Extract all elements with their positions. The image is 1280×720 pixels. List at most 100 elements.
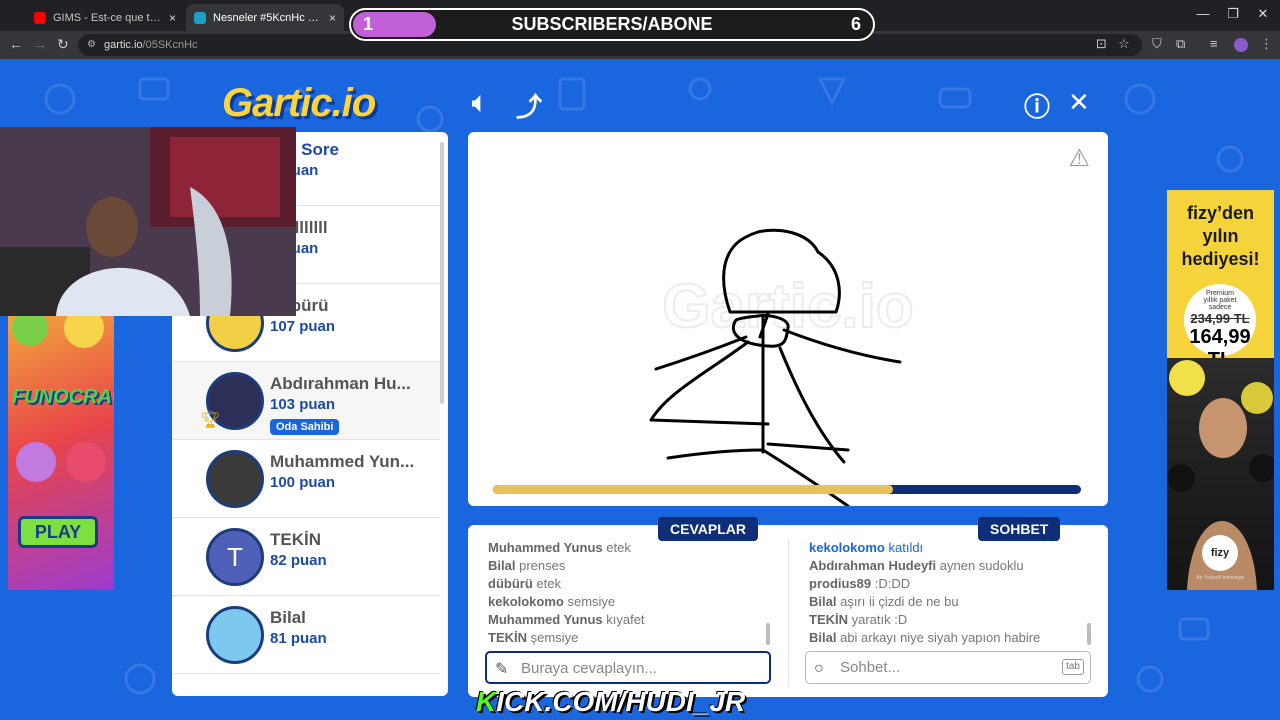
message-row: Muhammed Yunus kıyafet bbox=[488, 611, 778, 629]
tab-title: Nesneler #5KcnHc (Türkçe) - Gartic bbox=[213, 11, 322, 24]
message-row: Bilal aşırı ii çizdi de ne bu bbox=[809, 593, 1099, 611]
chat-header[interactable]: SOHBET bbox=[978, 517, 1061, 541]
kick-channel-overlay: KICK.COM/HUDI_JR bbox=[476, 686, 745, 718]
message-text: :D:DD bbox=[874, 576, 911, 591]
answers-header[interactable]: CEVAPLAR bbox=[658, 517, 758, 541]
ad-play-button[interactable]: PLAY bbox=[18, 516, 98, 548]
browser-tab[interactable]: Nesneler #5KcnHc (Türkçe) - Gartic × bbox=[186, 4, 344, 31]
message-row: dübürü etek bbox=[488, 575, 778, 593]
answer-input[interactable]: ✎ Buraya cevaplayın... bbox=[485, 651, 771, 684]
message-user: TEKİN bbox=[488, 630, 527, 645]
sound-icon[interactable]: 🔈︎ bbox=[472, 87, 488, 119]
message-text: aynen sudoklu bbox=[939, 558, 1024, 573]
tab-key-hint: tab bbox=[1062, 659, 1084, 675]
left-advertisement[interactable]: FUNOCRACY PLAY bbox=[8, 316, 114, 590]
message-text: katıldı bbox=[888, 540, 924, 555]
player-name: Muhammed Yun... bbox=[270, 452, 415, 471]
ad-title-line-3: hediyesi! bbox=[1181, 249, 1260, 269]
player-list-scrollbar[interactable] bbox=[440, 142, 444, 404]
round-timer-bar bbox=[493, 485, 1081, 494]
report-warning-icon[interactable]: ⚠ bbox=[1068, 144, 1090, 173]
gartic-page: Gartic.io 🔈︎ ⤴︎ ⓘ ✕ Sui Sore5 puanmellll… bbox=[0, 59, 1280, 720]
close-room-icon[interactable]: ✕ bbox=[1068, 87, 1090, 118]
message-row: Muhammed Yunus etek bbox=[488, 539, 778, 557]
player-row[interactable]: Abdırahman Hu... 103 puan Oda Sahibi 🏆︎ bbox=[172, 362, 440, 440]
message-text: aşırı ii çizdi de ne bu bbox=[840, 594, 959, 609]
answers-list: Muhammed Yunus etek Bilal prenses dübürü e… bbox=[488, 539, 778, 647]
drawing: Gartic.io bbox=[649, 228, 915, 506]
message-user: Bilal bbox=[488, 558, 516, 573]
browser-tab[interactable]: GIMS - Est-ce que tu m'aimes ? × bbox=[26, 4, 184, 31]
ad-footer: Bir Turkcell teknolojisi bbox=[1196, 575, 1245, 581]
media-icon[interactable]: ≡ bbox=[1210, 36, 1218, 51]
pencil-icon: ✎ bbox=[495, 661, 509, 678]
goal-label: SUBSCRIBERS/ABONE bbox=[511, 14, 713, 34]
message-user: Bilal bbox=[809, 630, 837, 645]
menu-icon[interactable]: ⋮ bbox=[1260, 36, 1273, 52]
url-host: gartic.io bbox=[104, 39, 143, 51]
message-row: TEKİN şemsiye bbox=[488, 629, 778, 647]
badge-line-3: sadece bbox=[1208, 304, 1232, 311]
chat-input[interactable]: ○ Sohbet... tab bbox=[805, 651, 1091, 684]
tab-favicon-icon bbox=[34, 11, 46, 24]
message-text: yaratık :D bbox=[851, 612, 908, 627]
webcam-feed bbox=[0, 127, 296, 316]
webcam-overlay bbox=[0, 127, 296, 316]
kick-url: ICK.COM/HUDI_JR bbox=[496, 686, 746, 717]
goal-target-count: 6 bbox=[850, 14, 861, 34]
minimize-icon[interactable]: — bbox=[1188, 6, 1218, 21]
player-name: Bilal bbox=[270, 608, 306, 627]
message-user: Muhammed Yunus bbox=[488, 612, 603, 627]
bookmark-star-icon[interactable]: ☆ bbox=[1118, 36, 1130, 52]
gartic-logo[interactable]: Gartic.io bbox=[222, 81, 376, 126]
message-row: Bilal abi arkayı niye siyah yapıon habir… bbox=[809, 629, 1099, 647]
room-owner-badge: Oda Sahibi bbox=[270, 419, 340, 435]
message-user: Muhammed Yunus bbox=[488, 540, 603, 555]
answers-scrollbar[interactable] bbox=[766, 623, 770, 645]
fizy-logo: fizy bbox=[1202, 535, 1238, 571]
player-avatar bbox=[206, 606, 264, 664]
message-user: prodius89 bbox=[809, 576, 872, 591]
player-score: 100 puan bbox=[270, 474, 336, 491]
back-icon[interactable]: ← bbox=[9, 36, 23, 52]
close-window-icon[interactable]: ✕ bbox=[1248, 6, 1278, 22]
answer-input-placeholder: Buraya cevaplayın... bbox=[521, 660, 657, 677]
restore-icon[interactable]: ❐ bbox=[1218, 6, 1248, 22]
drawing-canvas: Gartic.io ⚠ bbox=[468, 132, 1108, 506]
player-name: Abdırahman Hu... bbox=[270, 374, 411, 393]
right-advertisement[interactable]: fizy’den yılın hediyesi! Premium yıllık pa… bbox=[1167, 190, 1274, 590]
player-score: 81 puan bbox=[270, 630, 327, 647]
tab-close-icon[interactable]: × bbox=[329, 11, 336, 25]
player-initial: T bbox=[227, 541, 243, 572]
ad-title-line-1: fizy’den bbox=[1186, 203, 1254, 223]
shield-icon[interactable]: ⛉ bbox=[1152, 36, 1162, 52]
player-row[interactable]: Muhammed Yun... 100 puan bbox=[172, 440, 440, 518]
message-user: Abdırahman Hudeyfi bbox=[809, 558, 937, 573]
message-row: Bilal prenses bbox=[488, 557, 778, 575]
chat-scrollbar[interactable] bbox=[1087, 623, 1091, 645]
old-price: 234,99 TL bbox=[1190, 311, 1250, 326]
profile-avatar[interactable] bbox=[1234, 38, 1248, 52]
reload-icon[interactable]: ↻ bbox=[57, 36, 69, 53]
message-user: kekolokomo bbox=[809, 540, 885, 555]
trophy-icon: 🏆︎ bbox=[200, 412, 221, 429]
player-row[interactable]: T TEKİN 82 puan bbox=[172, 518, 440, 596]
url-path: /05SKcnHc bbox=[142, 39, 198, 51]
tab-close-icon[interactable]: × bbox=[169, 11, 176, 25]
forward-icon[interactable]: → bbox=[33, 36, 47, 52]
player-row[interactable]: Bilal 81 puan bbox=[172, 596, 440, 674]
info-icon[interactable]: ⓘ bbox=[1024, 87, 1050, 124]
install-icon[interactable]: ⊡ bbox=[1096, 36, 1107, 52]
message-text: şemsiye bbox=[530, 630, 579, 645]
message-row: TEKİN yaratık :D bbox=[809, 611, 1099, 629]
site-info-icon[interactable]: ⚙ bbox=[87, 34, 96, 56]
message-text: prenses bbox=[519, 558, 566, 573]
message-user: kekolokomo bbox=[488, 594, 564, 609]
share-icon[interactable]: ⤴︎ bbox=[516, 87, 542, 124]
extensions-icon[interactable]: ⧉ bbox=[1176, 36, 1185, 52]
message-text: etek bbox=[606, 540, 631, 555]
round-timer-fill bbox=[493, 485, 893, 494]
message-user: dübürü bbox=[488, 576, 533, 591]
ad-title: fizy’den yılın hediyesi! bbox=[1167, 202, 1274, 271]
player-score: 82 puan bbox=[270, 552, 327, 569]
